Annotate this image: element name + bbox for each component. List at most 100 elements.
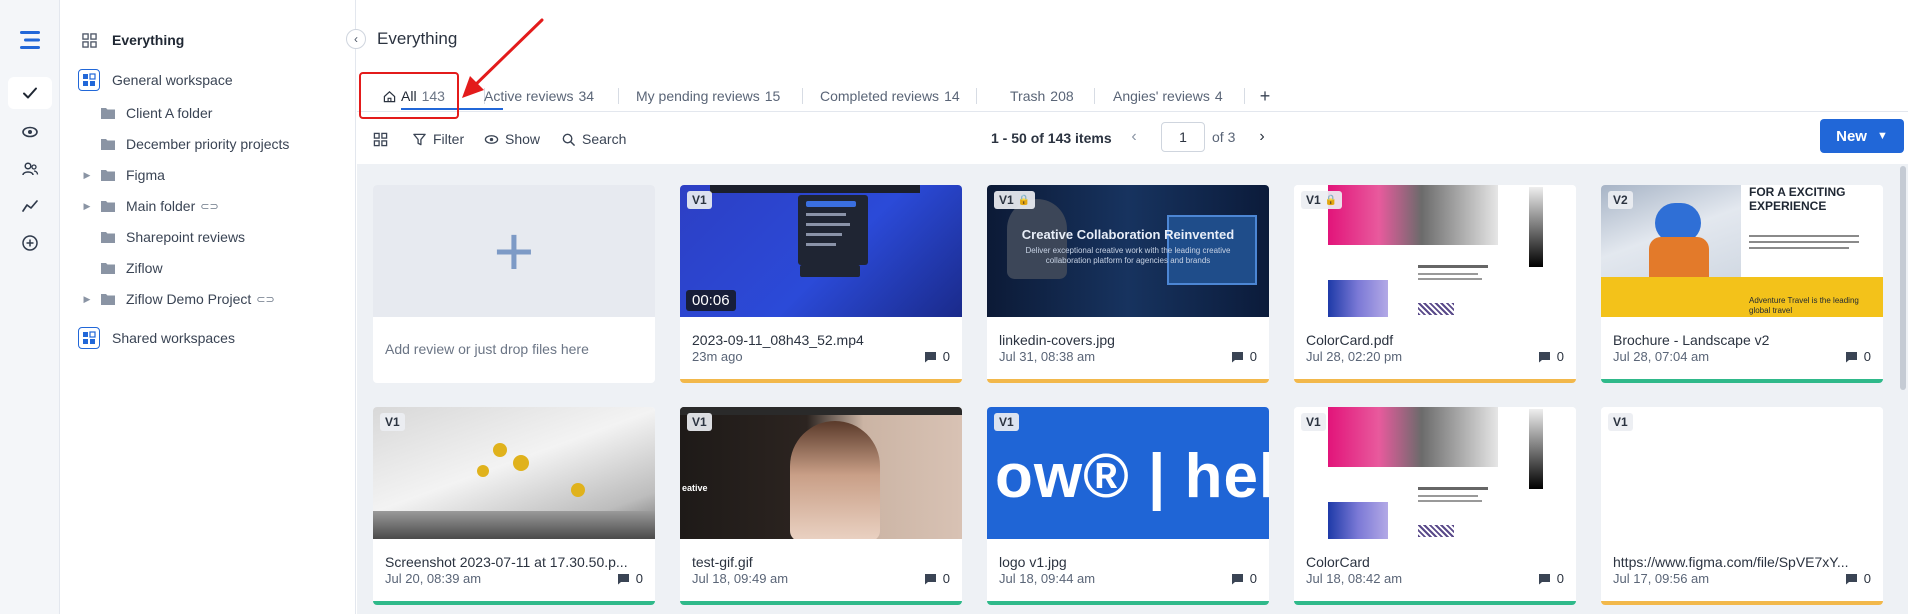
- card-thumbnail[interactable]: [1601, 407, 1883, 539]
- comment-count[interactable]: 0: [1845, 571, 1871, 586]
- version-badge: V1: [687, 413, 712, 431]
- comment-count[interactable]: 0: [924, 349, 950, 364]
- users-icon[interactable]: [8, 153, 52, 185]
- prev-page-chevron-icon[interactable]: ‹: [1125, 128, 1143, 146]
- sidebar-folder-client-a[interactable]: Client A folder: [60, 99, 356, 127]
- card-date: Jul 28, 02:20 pm: [1306, 349, 1403, 364]
- review-card[interactable]: ow® | hel V1 logo v1.jpg Jul 18, 09:44 a…: [987, 407, 1269, 605]
- toolbar: Filter Show Search 1 - 50 of 143 items ‹…: [357, 114, 1908, 164]
- review-card[interactable]: V1 🔒 ColorCard.pdf Jul 28, 02:20 pm 0: [1294, 185, 1576, 383]
- status-bar: [680, 379, 962, 383]
- filter-button[interactable]: Filter: [412, 128, 464, 150]
- comment-count[interactable]: 0: [617, 571, 643, 586]
- caret-right-icon[interactable]: ▶: [82, 201, 92, 212]
- card-thumbnail[interactable]: 00:06: [680, 185, 962, 317]
- sidebar-folder-ziflow-demo[interactable]: ▶ Ziflow Demo Project ⊂⊃: [60, 285, 356, 313]
- card-date: Jul 20, 08:39 am: [385, 571, 482, 586]
- tab-label: Completed reviews: [820, 88, 940, 104]
- sidebar-folder-december-priority[interactable]: December priority projects: [60, 130, 356, 158]
- ziflow-logo-icon[interactable]: [8, 24, 52, 56]
- review-card[interactable]: V1 https://www.figma.com/file/SpVE7xY...…: [1601, 407, 1883, 605]
- card-name[interactable]: ColorCard: [1306, 554, 1564, 570]
- sidebar-item-label: General workspace: [112, 72, 233, 88]
- card-name[interactable]: Brochure - Landscape v2: [1613, 332, 1871, 348]
- next-page-chevron-icon[interactable]: ›: [1253, 128, 1271, 146]
- caret-right-icon[interactable]: ▶: [82, 294, 92, 305]
- tab-trash[interactable]: Trash 208: [1010, 84, 1074, 108]
- comment-count[interactable]: 0: [1845, 349, 1871, 364]
- card-name[interactable]: linkedin-covers.jpg: [999, 332, 1257, 348]
- add-tab-button[interactable]: +: [1254, 84, 1276, 108]
- grid-scrollbar[interactable]: [1900, 166, 1906, 390]
- status-bar: [373, 601, 655, 605]
- video-duration: 00:06: [686, 290, 736, 311]
- add-review-text: Add review or just drop files here: [385, 341, 589, 357]
- sidebar-item-general-workspace[interactable]: General workspace: [60, 66, 356, 94]
- caret-right-icon[interactable]: ▶: [82, 170, 92, 181]
- search-label: Search: [582, 131, 627, 147]
- review-card[interactable]: FOR A EXCITING EXPERIENCE Adventure Trav…: [1601, 185, 1883, 383]
- comment-icon: [924, 573, 936, 584]
- chevron-down-icon: ▼: [1876, 130, 1888, 142]
- comment-icon: [1538, 573, 1550, 584]
- sidebar-item-label: Figma: [126, 167, 165, 183]
- review-card[interactable]: eative V1 test-gif.gif Jul 18, 09:49 am …: [680, 407, 962, 605]
- card-thumbnail[interactable]: FOR A EXCITING EXPERIENCE Adventure Trav…: [1601, 185, 1883, 317]
- comment-count[interactable]: 0: [1231, 571, 1257, 586]
- tab-completed-reviews[interactable]: Completed reviews 14: [820, 84, 960, 108]
- grid-view-icon: [373, 132, 388, 146]
- sidebar-folder-main[interactable]: ▶ Main folder ⊂⊃: [60, 192, 356, 220]
- link-icon: ⊂⊃: [200, 200, 219, 213]
- review-card[interactable]: V1 Screenshot 2023-07-11 at 17.30.50.p..…: [373, 407, 655, 605]
- review-card[interactable]: 00:06 V1 2023-09-11_08h43_52.mp4 23m ago…: [680, 185, 962, 383]
- thumb-banner: Adventure Travel is the leading global t…: [1749, 296, 1859, 315]
- review-card[interactable]: V1 ColorCard Jul 18, 08:42 am 0: [1294, 407, 1576, 605]
- grid-view-button[interactable]: [373, 128, 394, 150]
- folder-icon: [100, 198, 116, 214]
- add-review-card[interactable]: + Add review or just drop files here: [373, 185, 655, 383]
- sidebar-item-label: Shared workspaces: [112, 330, 235, 346]
- filter-icon: [413, 133, 426, 145]
- card-name[interactable]: test-gif.gif: [692, 554, 950, 570]
- page-number-input[interactable]: 1: [1161, 122, 1205, 152]
- new-button[interactable]: New ▼: [1820, 119, 1904, 153]
- add-circle-icon[interactable]: [8, 227, 52, 259]
- thumb-word: eative: [682, 483, 708, 493]
- comment-count[interactable]: 0: [924, 571, 950, 586]
- tab-label: Trash: [1010, 88, 1046, 104]
- reviews-check-icon[interactable]: [8, 77, 52, 109]
- comment-icon: [1538, 351, 1550, 362]
- status-bar: [987, 601, 1269, 605]
- comment-count[interactable]: 0: [1231, 349, 1257, 364]
- annotation-highlight-box: [359, 72, 459, 119]
- card-name[interactable]: https://www.figma.com/file/SpVE7xY...: [1613, 554, 1871, 570]
- analytics-icon[interactable]: [8, 190, 52, 222]
- sidebar-folder-sharepoint[interactable]: Sharepoint reviews: [60, 223, 356, 251]
- card-thumbnail[interactable]: eative: [680, 407, 962, 539]
- card-thumbnail[interactable]: [373, 407, 655, 539]
- search-button[interactable]: Search: [561, 128, 626, 150]
- show-button[interactable]: Show: [484, 128, 540, 150]
- sidebar-item-shared-workspaces[interactable]: Shared workspaces: [60, 324, 356, 352]
- tab-angies-reviews[interactable]: Angies' reviews 4: [1113, 84, 1223, 108]
- thumb-subtitle: Deliver exceptional creative work with t…: [1025, 246, 1231, 265]
- sidebar-folder-ziflow[interactable]: Ziflow: [60, 254, 356, 282]
- icon-rail: [0, 0, 60, 614]
- collapse-sidebar-chevron-icon[interactable]: ‹: [346, 29, 366, 49]
- tab-my-pending-reviews[interactable]: My pending reviews 15: [636, 84, 780, 108]
- review-card[interactable]: Creative Collaboration Reinvented Delive…: [987, 185, 1269, 383]
- card-name[interactable]: Screenshot 2023-07-11 at 17.30.50.p...: [385, 554, 643, 570]
- proof-eye-icon[interactable]: [8, 116, 52, 148]
- card-thumbnail[interactable]: [1294, 407, 1576, 539]
- sidebar-item-label: December priority projects: [126, 136, 290, 152]
- folder-icon: [100, 105, 116, 121]
- card-name[interactable]: ColorCard.pdf: [1306, 332, 1564, 348]
- comment-count[interactable]: 0: [1538, 571, 1564, 586]
- sidebar-folder-figma[interactable]: ▶ Figma: [60, 161, 356, 189]
- sidebar-item-everything[interactable]: Everything: [60, 26, 356, 54]
- card-thumbnail[interactable]: ow® | hel: [987, 407, 1269, 539]
- add-review-dropzone[interactable]: +: [373, 185, 655, 317]
- comment-count[interactable]: 0: [1538, 349, 1564, 364]
- card-name[interactable]: 2023-09-11_08h43_52.mp4: [692, 332, 950, 348]
- card-name[interactable]: logo v1.jpg: [999, 554, 1257, 570]
